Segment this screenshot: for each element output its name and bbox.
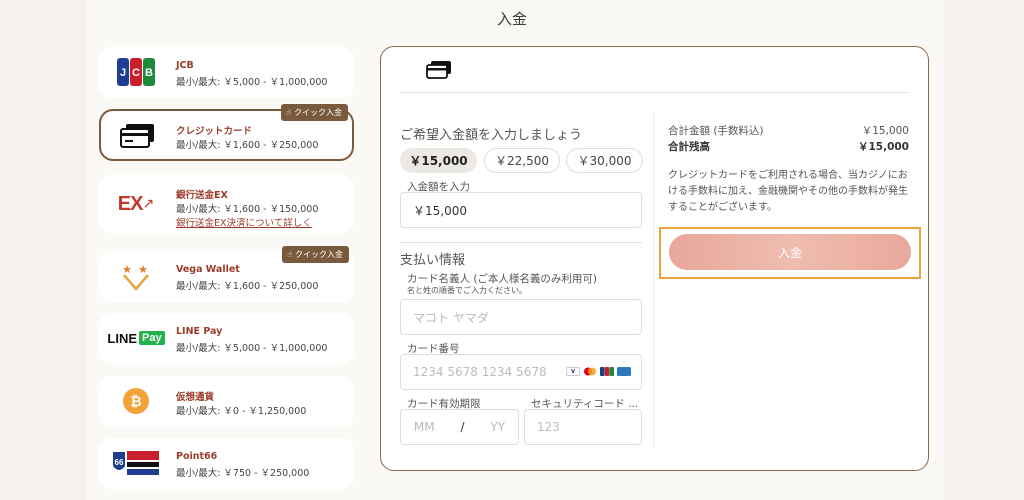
amount-chip-30000[interactable]: ￥30,000 — [566, 148, 643, 173]
point66-logo: 66 — [111, 446, 161, 480]
payment-method-point66[interactable]: 66 Point66 最小/最大: ￥750 - ￥250,000 — [99, 438, 354, 489]
card-brands: V — [566, 367, 631, 376]
divider — [399, 242, 642, 243]
method-name: 仮想通貨 — [176, 392, 215, 403]
hand-icon: ☝ — [287, 250, 292, 259]
method-name: Vega Wallet — [176, 264, 240, 275]
card-holder-input[interactable]: マコト ヤマダ — [400, 299, 642, 335]
amount-heading: ご希望入金額を入力しましょう — [400, 128, 583, 143]
total-amount-value: ￥15,000 — [861, 125, 909, 137]
deposit-button[interactable]: 入金 — [669, 234, 911, 270]
payment-method-crypto[interactable]: ₿ 仮想通貨 最小/最大: ￥0 - ￥1,250,000 — [99, 376, 354, 427]
payment-info-heading: 支払い情報 — [400, 253, 466, 268]
expiry-year: YY — [490, 420, 506, 434]
balance-label: 合計残高 — [668, 141, 710, 153]
visa-icon: V — [566, 367, 580, 376]
bank-transfer-ex-logo: EX ↗ — [117, 192, 155, 215]
amount-chip-15000[interactable]: ￥15,000 — [400, 148, 477, 173]
total-amount-label: 合計金額 (手数料込) — [668, 125, 764, 137]
jcb-icon — [600, 367, 614, 376]
expiry-month: MM — [413, 420, 435, 434]
bank-ex-details-link[interactable]: 銀行送金EX決済について詳しく — [176, 215, 312, 229]
page-title: 入金 — [496, 10, 527, 28]
expiry-input[interactable]: MM / YY — [400, 409, 519, 445]
svg-text:66: 66 — [115, 458, 124, 467]
method-name: Point66 — [176, 451, 218, 462]
svg-text:★: ★ — [138, 263, 148, 276]
payment-method-jcb[interactable]: J C B JCB 最小/最大: ￥5,000 - ￥1,000,000 — [99, 47, 354, 98]
hand-icon: ☝ — [286, 108, 291, 117]
balance-value: ￥15,000 — [857, 141, 909, 153]
method-name: 銀行送金EX — [176, 190, 228, 201]
method-name: LINE Pay — [176, 326, 223, 337]
jcb-logo: J C B — [111, 55, 161, 89]
svg-text:₿: ₿ — [130, 393, 141, 409]
method-range: 最小/最大: ￥1,600 - ￥150,000 — [176, 204, 319, 215]
credit-card-icon — [113, 119, 163, 153]
method-range: 最小/最大: ￥5,000 - ￥1,000,000 — [176, 343, 328, 354]
expiry-separator: / — [460, 420, 465, 434]
divider — [400, 92, 908, 93]
method-range: 最小/最大: ￥1,600 - ￥250,000 — [176, 281, 319, 292]
method-range: 最小/最大: ￥0 - ￥1,250,000 — [176, 406, 307, 417]
divider — [653, 112, 654, 450]
payment-method-bank-ex[interactable]: EX ↗ 銀行送金EX 最小/最大: ￥1,600 - ￥150,000 銀行送金… — [99, 175, 354, 233]
amex-icon — [617, 367, 631, 376]
method-name: クレジットカード — [176, 126, 253, 137]
deposit-form-card: ご希望入金額を入力しましょう ￥15,000 ￥22,500 ￥30,000 入… — [380, 46, 929, 471]
svg-text:C: C — [132, 67, 140, 79]
cvv-input[interactable]: 123 — [524, 409, 642, 445]
credit-card-icon — [426, 61, 452, 83]
vega-wallet-logo: ★ ★ — [111, 259, 161, 293]
card-holder-label: カード名義人 (ご本人様名義のみ利用可) — [407, 273, 598, 285]
svg-text:J: J — [120, 67, 126, 79]
bitcoin-icon: ₿ — [111, 384, 161, 418]
total-amount-row: 合計金額 (手数料込) ￥15,000 — [668, 123, 909, 138]
quick-deposit-badge: ☝ クイック入金 — [282, 246, 349, 263]
svg-text:★: ★ — [122, 263, 132, 276]
payment-method-line-pay[interactable]: LINE Pay LINE Pay 最小/最大: ￥5,000 - ￥1,000… — [99, 313, 354, 364]
method-range: 最小/最大: ￥1,600 - ￥250,000 — [176, 140, 319, 151]
balance-row: 合計残高 ￥15,000 — [668, 139, 909, 154]
svg-text:B: B — [145, 67, 153, 79]
payment-method-vega-wallet[interactable]: ☝ クイック入金 ★ ★ Vega Wallet 最小/最大: ￥1,600 - … — [99, 246, 354, 302]
quick-deposit-badge: ☝ クイック入金 — [281, 104, 348, 121]
payment-method-credit-card[interactable]: ☝ クイック入金 クレジットカード 最小/最大: ￥1,600 - ￥250,00… — [99, 104, 354, 161]
method-range: 最小/最大: ￥5,000 - ￥1,000,000 — [176, 77, 328, 88]
fee-note: クレジットカードをご利用される場合、当カジノにおける手数料に加え、金融機関やその… — [668, 170, 908, 213]
mastercard-icon — [583, 367, 597, 376]
card-number-input[interactable]: 1234 5678 1234 5678 V — [400, 354, 642, 390]
card-holder-hint: 名と姓の順番でご入力ください。 — [407, 286, 527, 295]
amount-input[interactable]: ￥15,000 — [400, 192, 642, 228]
amount-chip-22500[interactable]: ￥22,500 — [484, 148, 560, 173]
method-name: JCB — [176, 60, 194, 71]
line-pay-logo: LINE Pay — [107, 321, 165, 355]
method-range: 最小/最大: ￥750 - ￥250,000 — [176, 468, 310, 479]
